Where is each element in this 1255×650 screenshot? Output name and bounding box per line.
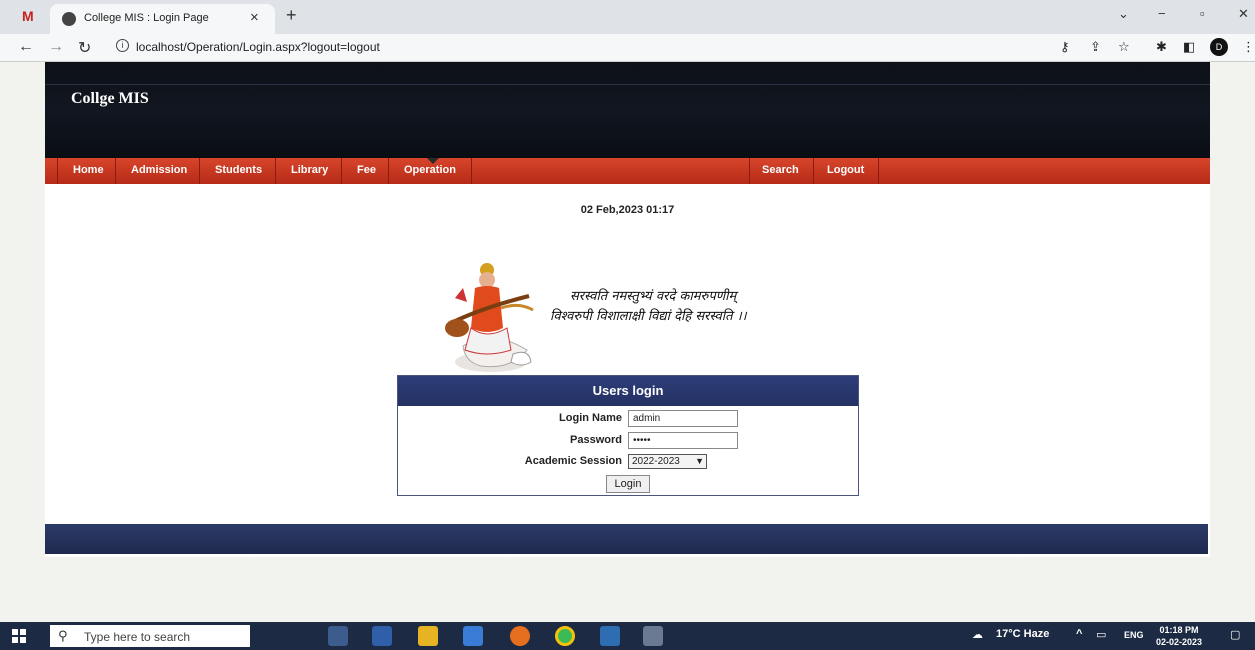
menu-operation[interactable]: Operation [404, 164, 456, 176]
remote-app-icon[interactable] [600, 626, 620, 646]
site-info-icon[interactable]: i [116, 39, 129, 52]
minimize-icon[interactable]: − [1158, 6, 1166, 21]
address-bar[interactable]: localhost/Operation/Login.aspx?logout=lo… [136, 40, 380, 54]
taskbar-search-placeholder: Type here to search [84, 630, 191, 644]
site-header: Collge MIS [45, 62, 1210, 158]
site-title: Collge MIS [71, 90, 149, 107]
taskbar-search[interactable]: ⚲ Type here to search [50, 625, 250, 647]
extensions-icon[interactable]: ✱ [1156, 39, 1167, 55]
menu-fee[interactable]: Fee [357, 164, 376, 176]
verse-line-2: विश्वरुपी विशालाक्षी विद्यां देहि सरस्वत… [550, 309, 747, 324]
close-tab-icon[interactable]: × [250, 9, 259, 26]
menu-logout[interactable]: Logout [827, 164, 864, 176]
gmail-icon[interactable]: M [22, 8, 40, 24]
search-icon: ⚲ [58, 628, 68, 643]
store-icon[interactable] [372, 626, 392, 646]
windows-start-icon[interactable] [12, 629, 26, 643]
mail-app-icon[interactable] [463, 626, 483, 646]
tab-search-icon[interactable]: ⌄ [1118, 6, 1129, 22]
page-viewport: Collge MIS Home Admission Students Libra… [0, 62, 1255, 622]
login-heading: Users login [398, 376, 858, 406]
weather-icon[interactable]: ☁ [972, 628, 983, 641]
tray-chevron-icon[interactable]: ^ [1076, 628, 1082, 640]
password-input[interactable]: ••••• [628, 432, 738, 449]
academic-session-select[interactable]: 2022-2023 ▼ [628, 454, 707, 469]
verse-line-1: सरस्वति नमस्तुभ्यं वरदे कामरुपणीम् [570, 289, 737, 304]
menu-kebab-icon[interactable]: ⋮ [1242, 39, 1255, 55]
notepad-icon[interactable] [643, 626, 663, 646]
main-menu: Home Admission Students Library Fee Oper… [45, 158, 1210, 184]
menu-admission[interactable]: Admission [131, 164, 187, 176]
firefox-icon[interactable] [510, 626, 530, 646]
chevron-down-icon: ▼ [695, 456, 704, 466]
saraswati-image [445, 263, 534, 372]
notifications-icon[interactable]: ▢ [1230, 628, 1240, 641]
browser-tab[interactable]: College MIS : Login Page × [50, 4, 275, 34]
tab-favicon-icon [62, 12, 76, 26]
task-view-icon[interactable] [328, 626, 348, 646]
reload-icon[interactable]: ↻ [78, 38, 91, 58]
windows-taskbar: ⚲ Type here to search ☁ 17°C Haze ^ ▭ EN… [0, 622, 1255, 650]
file-explorer-icon[interactable] [418, 626, 438, 646]
clock-date: 02-02-2023 [1156, 637, 1203, 647]
site-footer [45, 524, 1208, 554]
address-toolbar: ← → ↻ i localhost/Operation/Login.aspx?l… [0, 34, 1255, 62]
academic-session-label: Academic Session [524, 455, 622, 467]
login-panel: Users login Login Name admin Password ••… [397, 375, 859, 496]
tab-title: College MIS : Login Page [84, 12, 209, 24]
menu-library[interactable]: Library [291, 164, 328, 176]
side-panel-icon[interactable]: ◧ [1183, 39, 1195, 55]
key-icon[interactable]: ⚷ [1060, 39, 1070, 55]
login-button[interactable]: Login [606, 475, 650, 493]
site-container: Collge MIS Home Admission Students Libra… [45, 62, 1210, 557]
browser-tab-strip: M College MIS : Login Page × + ⌄ − ▫ ✕ [0, 0, 1255, 34]
new-tab-icon[interactable]: + [286, 5, 297, 26]
academic-session-value: 2022-2023 [632, 456, 680, 467]
menu-students[interactable]: Students [215, 164, 262, 176]
maximize-icon[interactable]: ▫ [1200, 6, 1205, 21]
bookmark-star-icon[interactable]: ☆ [1118, 39, 1130, 55]
close-window-icon[interactable]: ✕ [1238, 6, 1249, 22]
taskbar-clock[interactable]: 01:18 PM 02-02-2023 [1156, 624, 1202, 648]
password-label: Password [570, 434, 622, 446]
network-icon[interactable]: ▭ [1096, 628, 1106, 641]
menu-search[interactable]: Search [762, 164, 799, 176]
login-name-label: Login Name [559, 412, 622, 424]
current-datetime: 02 Feb,2023 01:17 [580, 204, 675, 216]
saraswati-verse: सरस्वति नमस्तुभ्यं वरदे कामरुपणीम् विश्व… [550, 287, 747, 327]
profile-avatar[interactable]: D [1210, 38, 1228, 56]
back-icon[interactable]: ← [18, 38, 34, 56]
language-indicator[interactable]: ENG [1124, 630, 1144, 640]
chrome-icon[interactable] [555, 626, 575, 646]
weather-text[interactable]: 17°C Haze [996, 628, 1049, 640]
share-icon[interactable]: ⇪ [1090, 39, 1101, 55]
menu-home[interactable]: Home [73, 164, 104, 176]
active-menu-indicator [427, 158, 439, 164]
forward-icon[interactable]: → [48, 38, 64, 56]
clock-time: 01:18 PM [1159, 625, 1199, 635]
login-name-input[interactable]: admin [628, 410, 738, 427]
